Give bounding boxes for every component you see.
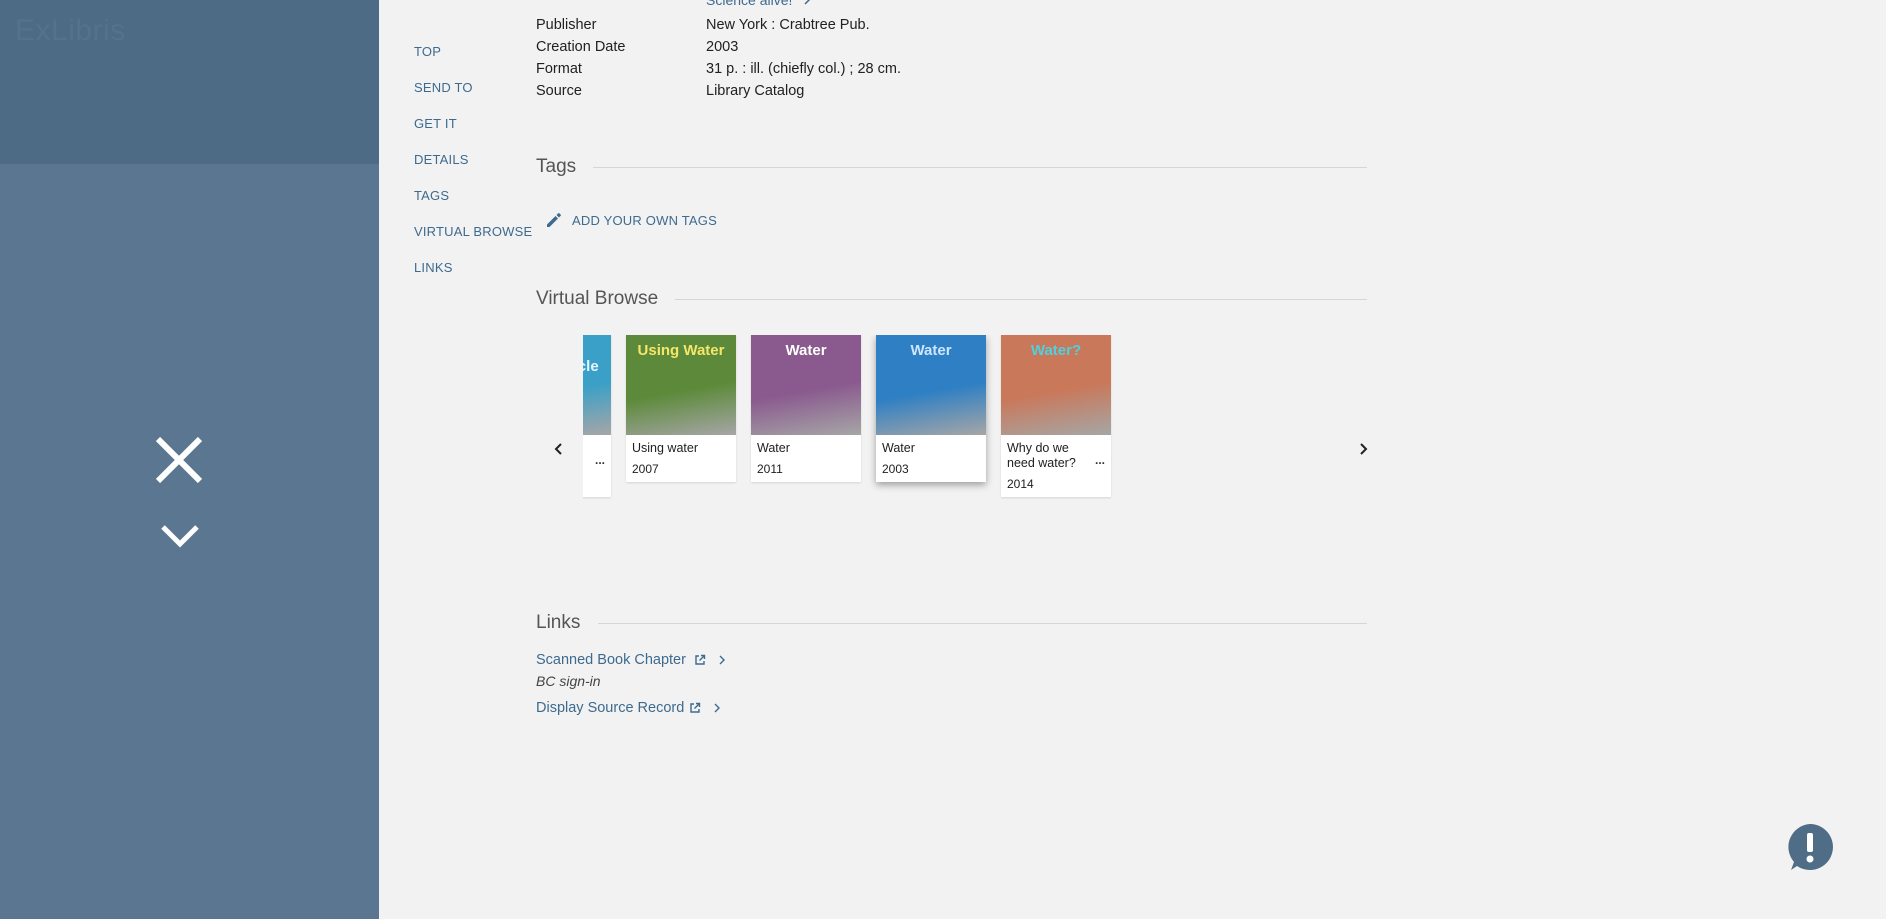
book-cover-title: Using Water — [637, 342, 725, 359]
pencil-icon — [547, 213, 561, 227]
series-link[interactable]: Science alive! — [706, 0, 812, 8]
carousel-prev-button[interactable] — [547, 437, 571, 461]
book-cover-image: Using Water — [626, 335, 736, 435]
detail-key: Publisher — [536, 17, 597, 33]
external-link-icon — [695, 654, 706, 665]
section-divider — [598, 623, 1367, 624]
book-info: Water 2003 — [876, 435, 986, 482]
series-link-label[interactable]: Science alive! — [706, 0, 792, 8]
book-title: Water — [757, 441, 790, 455]
book-cover-image: The Water Cycle — [583, 335, 611, 435]
nav-top[interactable]: TOP — [414, 44, 532, 80]
book-year: 5 — [583, 477, 605, 491]
detail-key: Creation Date — [536, 39, 626, 55]
detail-key: Source — [536, 83, 582, 99]
nav-virtual-browse[interactable]: VIRTUAL BROWSE — [414, 224, 532, 260]
detail-value: Library Catalog — [706, 83, 805, 99]
book-cover-title: Water — [785, 342, 827, 359]
more-ellipsis-icon[interactable]: ... — [595, 453, 605, 467]
feedback-button[interactable] — [1785, 822, 1835, 872]
detail-value: 2003 — [706, 39, 739, 55]
nav-send-to[interactable]: SEND TO — [414, 80, 532, 116]
book-title: Why do we need water? — [1007, 441, 1076, 470]
add-tags-label: ADD YOUR OWN TAGS — [572, 212, 717, 228]
detail-key: Format — [536, 61, 582, 77]
feedback-icon — [1788, 824, 1833, 870]
chevron-right-icon — [1360, 443, 1368, 455]
link-note: BC sign-in — [536, 673, 601, 689]
book-cover-title: The Water Cycle — [583, 358, 599, 375]
tags-section-title: Tags — [536, 156, 577, 177]
detail-value: New York : Crabtree Pub. — [706, 17, 870, 33]
link-label: Scanned Book Chapter — [536, 652, 686, 668]
book-year: 2011 — [757, 462, 783, 476]
link-label: Display Source Record — [536, 700, 685, 716]
book-cover-image: Water — [876, 335, 986, 435]
nav-links[interactable]: LINKS — [414, 260, 532, 296]
external-link-icon — [690, 702, 701, 713]
record-details-panel: TOP SEND TO GET IT DETAILS TAGS VIRTUAL … — [379, 0, 1886, 919]
scanned-book-chapter-link[interactable]: Scanned Book Chapter — [536, 652, 727, 668]
book-cover-image: Water? — [1001, 335, 1111, 435]
left-overlay-panel: ExLibris — [0, 0, 379, 919]
virtual-browse-item[interactable]: The Water Cycle water e5... — [583, 335, 611, 497]
nav-tags[interactable]: TAGS — [414, 188, 532, 224]
virtual-browse-item[interactable]: Using Water Using water 2007 — [626, 335, 736, 482]
display-source-record-link[interactable]: Display Source Record — [536, 700, 722, 716]
nav-details[interactable]: DETAILS — [414, 152, 532, 188]
section-divider — [675, 299, 1367, 300]
virtual-browse-item[interactable]: Water Water 2011 — [751, 335, 861, 482]
header-band: ExLibris — [0, 0, 379, 164]
book-year: 2003 — [882, 462, 909, 476]
chevron-right-icon — [804, 0, 811, 5]
detail-value: 31 p. : ill. (chiefly col.) ; 28 cm. — [706, 61, 902, 77]
more-ellipsis-icon[interactable]: ... — [1095, 453, 1105, 467]
chevron-right-icon — [719, 655, 725, 665]
carousel-next-button[interactable] — [1351, 437, 1375, 461]
virtual-browse-section-title: Virtual Browse — [536, 288, 659, 309]
exlibris-logo: ExLibris — [15, 14, 126, 47]
section-nav: TOP SEND TO GET IT DETAILS TAGS VIRTUAL … — [414, 44, 532, 296]
book-info: water e5... — [583, 435, 611, 497]
book-year: 2014 — [1007, 477, 1034, 491]
chevron-left-icon — [554, 443, 562, 455]
close-icon[interactable] — [152, 433, 206, 487]
virtual-browse-item[interactable]: Water? Why do we need water? 2014... — [1001, 335, 1111, 497]
book-info: Using water 2007 — [626, 435, 736, 482]
chevron-down-icon[interactable] — [158, 520, 202, 554]
chevron-right-icon — [714, 703, 721, 713]
book-cover-title: Water? — [1030, 342, 1082, 359]
section-divider — [593, 167, 1367, 168]
links-section-title: Links — [536, 612, 581, 633]
nav-get-it[interactable]: GET IT — [414, 116, 532, 152]
virtual-browse-item[interactable]: Water Water 2003 — [876, 335, 986, 482]
book-title: Water — [882, 441, 915, 455]
book-cover-title: Water — [910, 342, 952, 359]
add-tags-button[interactable]: ADD YOUR OWN TAGS — [544, 208, 717, 232]
book-info: Why do we need water? 2014... — [1001, 435, 1111, 497]
book-title: Using water — [632, 441, 698, 455]
book-year: 2007 — [632, 462, 659, 476]
book-cover-image: Water — [751, 335, 861, 435]
book-info: Water 2011 — [751, 435, 861, 482]
virtual-browse-carousel: The Water Cyclewater e5...Using WaterUsi… — [583, 335, 1119, 515]
